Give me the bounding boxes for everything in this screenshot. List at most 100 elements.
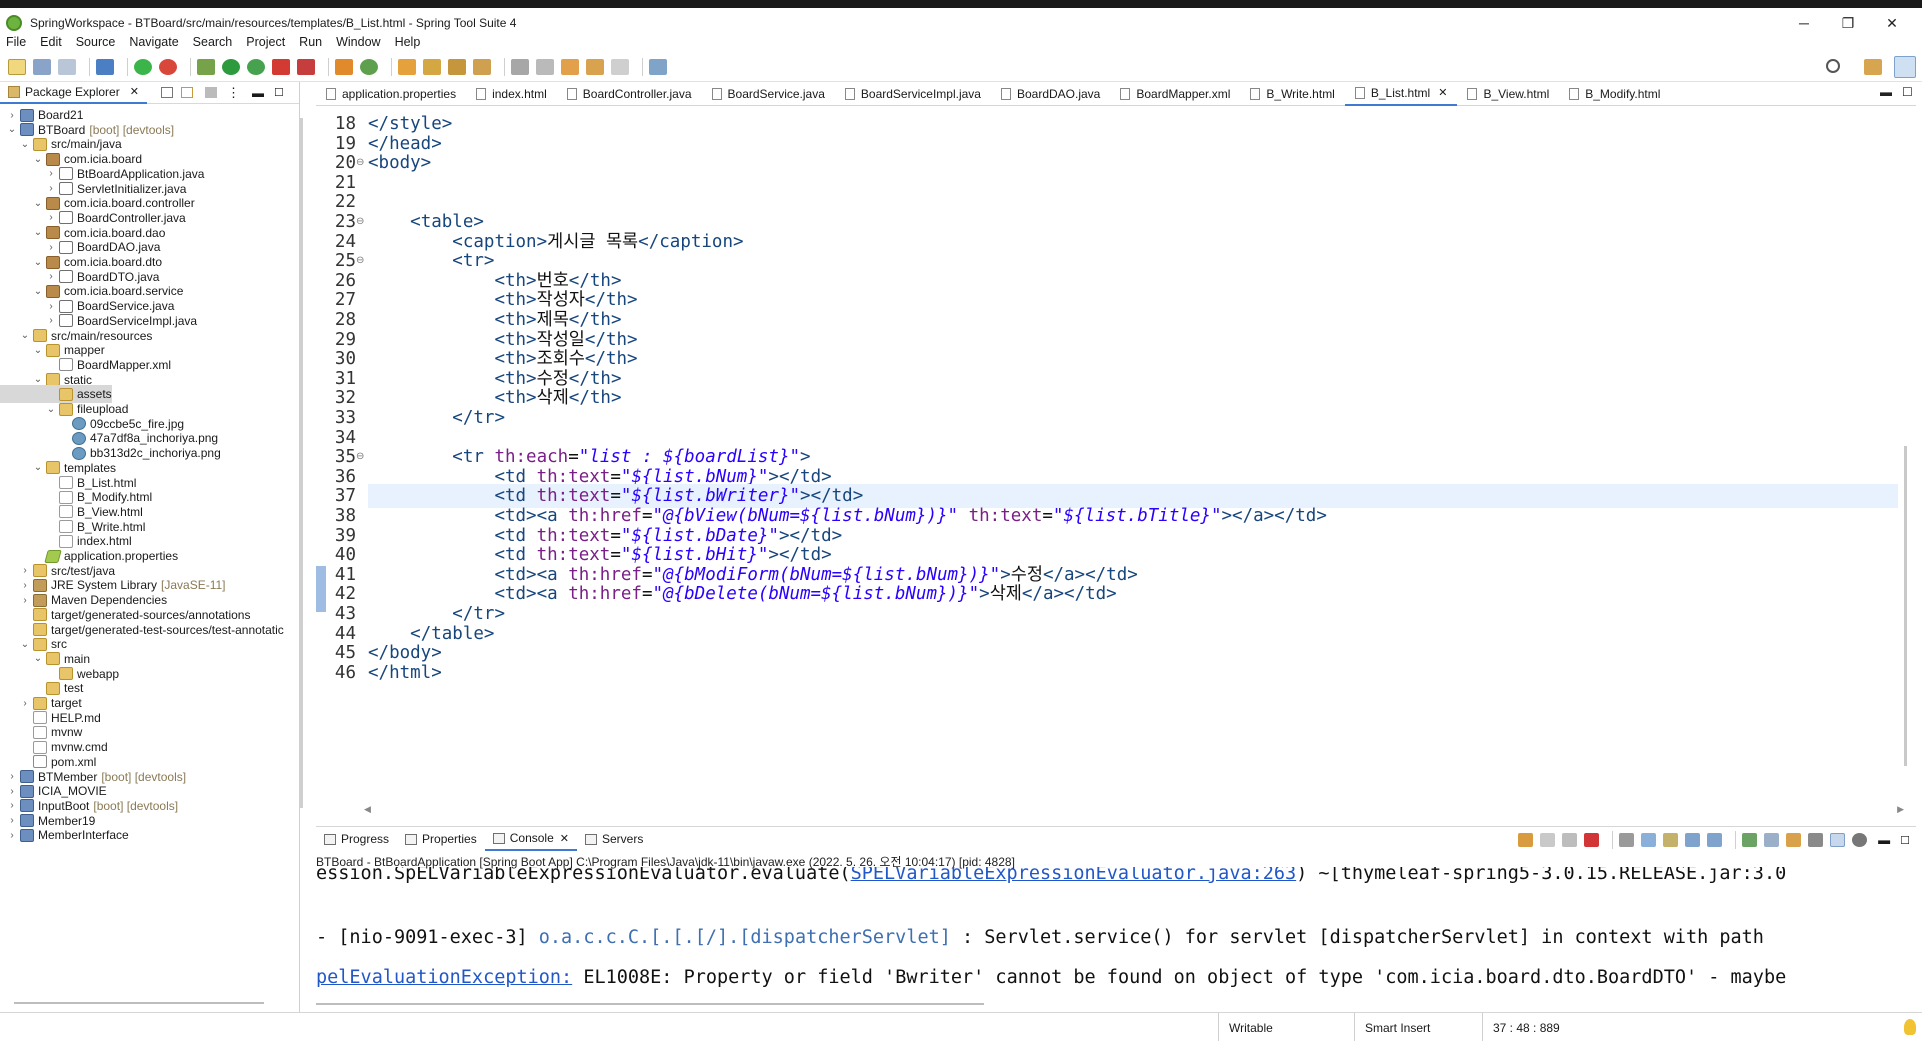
expand-icon[interactable]: ⌄ — [19, 139, 31, 150]
view-menu-icon[interactable]: ⋮ — [227, 85, 240, 101]
expand-icon[interactable]: ⌄ — [32, 286, 44, 297]
fold-toggle-icon[interactable]: ⊖ — [356, 151, 364, 175]
close-tab-icon[interactable]: ✕ — [130, 85, 139, 98]
open-type-icon[interactable] — [398, 58, 416, 75]
pin-editor-icon[interactable] — [649, 58, 667, 75]
collapse-icon[interactable]: › — [19, 595, 31, 606]
expand-icon[interactable]: ⌄ — [32, 374, 44, 385]
fold-toggle-icon[interactable]: ⊖ — [356, 445, 364, 469]
remove-all-icon[interactable] — [1562, 833, 1578, 847]
editor-tab[interactable]: application.properties — [316, 82, 466, 106]
tab-progress[interactable]: Progress — [316, 827, 397, 851]
minimize-view-icon[interactable]: ▬ — [252, 86, 264, 100]
collapse-icon[interactable]: › — [6, 110, 18, 121]
collapse-icon[interactable]: › — [45, 242, 57, 253]
menu-item-search[interactable]: Search — [193, 35, 233, 49]
expand-icon[interactable]: ⌄ — [32, 257, 44, 268]
console-maximize-icon[interactable]: ☐ — [1900, 834, 1910, 847]
show-stdout-icon[interactable] — [1685, 833, 1701, 847]
editor-minimize-icon[interactable]: ▬ — [1880, 85, 1892, 99]
save-icon[interactable] — [33, 58, 51, 75]
next-annotation-icon[interactable] — [511, 58, 529, 75]
stack-trace-link[interactable]: SPELVariableExpressionEvaluator.java:263 — [851, 867, 1297, 884]
open-console-icon[interactable] — [1786, 833, 1802, 847]
editor-tab[interactable]: B_View.html — [1457, 82, 1559, 106]
code-line[interactable]: </html> — [368, 661, 1898, 685]
show-stderr-icon[interactable] — [1707, 833, 1723, 847]
word-wrap-icon[interactable] — [1663, 833, 1679, 847]
lightbulb-icon[interactable] — [1904, 1019, 1916, 1035]
terminate-console-icon[interactable] — [1584, 833, 1600, 847]
pin-icon[interactable] — [1742, 833, 1758, 847]
menu-item-help[interactable]: Help — [395, 35, 421, 49]
annotation-icon[interactable] — [473, 58, 491, 75]
collapse-icon[interactable]: › — [6, 830, 18, 841]
console-settings-icon[interactable] — [1808, 833, 1824, 847]
expand-icon[interactable]: ⌄ — [45, 404, 57, 415]
menu-item-navigate[interactable]: Navigate — [129, 35, 178, 49]
collapse-icon[interactable]: › — [6, 771, 18, 782]
terminal-icon[interactable] — [96, 58, 114, 75]
scroll-thumb[interactable] — [1904, 446, 1907, 766]
tab-properties[interactable]: Properties — [397, 827, 485, 851]
tree-vertical-scrollbar[interactable] — [300, 118, 303, 808]
collapse-all-icon[interactable] — [160, 87, 173, 98]
collapse-icon[interactable]: › — [45, 301, 57, 312]
menu-item-project[interactable]: Project — [246, 35, 285, 49]
editor-vertical-scrollbar[interactable] — [1900, 106, 1912, 806]
expand-icon[interactable]: ⌄ — [6, 124, 18, 135]
new-icon[interactable] — [8, 58, 26, 75]
scroll-lock-icon[interactable] — [1641, 833, 1657, 847]
editor-tab[interactable]: index.html — [466, 82, 557, 106]
close-tab-icon[interactable]: ✕ — [1438, 86, 1447, 99]
back-icon[interactable] — [586, 58, 604, 75]
tab-package-explorer[interactable]: Package Explorer ✕ — [0, 81, 147, 104]
run-icon[interactable] — [222, 58, 240, 75]
filter-icon[interactable] — [204, 87, 217, 98]
maximize-view-icon[interactable]: ☐ — [274, 86, 284, 99]
menu-item-window[interactable]: Window — [336, 35, 380, 49]
console-horizontal-scrollbar[interactable] — [316, 1003, 984, 1005]
collapse-icon[interactable]: › — [45, 212, 57, 223]
open-perspective-icon[interactable] — [1864, 59, 1882, 75]
close-tab-icon[interactable]: ✕ — [560, 832, 569, 845]
tab-console[interactable]: Console ✕ — [484, 827, 577, 851]
menu-item-run[interactable]: Run — [299, 35, 322, 49]
preferences-icon[interactable] — [1852, 833, 1868, 847]
fold-toggle-icon[interactable]: ⊖ — [356, 249, 364, 273]
run-external-icon[interactable] — [247, 58, 265, 75]
exception-link[interactable]: pelEvaluationException: — [316, 967, 572, 988]
expand-icon[interactable]: ⌄ — [32, 198, 44, 209]
search-toolbar-icon[interactable] — [448, 58, 466, 75]
console-minimize-icon[interactable]: ▬ — [1878, 833, 1890, 847]
collapse-icon[interactable]: › — [19, 698, 31, 709]
forward-icon[interactable] — [611, 58, 629, 75]
relaunch-icon[interactable] — [297, 58, 315, 75]
open-task-icon[interactable] — [423, 58, 441, 75]
editor-horizontal-scrollbar[interactable]: ◀ ▶ — [364, 804, 1904, 814]
menu-item-source[interactable]: Source — [76, 35, 116, 49]
collapse-icon[interactable]: › — [19, 580, 31, 591]
last-edit-icon[interactable] — [561, 58, 579, 75]
menu-item-file[interactable]: File — [6, 35, 26, 49]
scroll-left-arrow[interactable]: ◀ — [364, 804, 371, 814]
editor-tab[interactable]: BoardController.java — [557, 82, 702, 106]
expand-icon[interactable]: ⌄ — [32, 227, 44, 238]
collapse-icon[interactable]: › — [6, 800, 18, 811]
tree-item[interactable]: › MemberInterface — [0, 826, 128, 844]
debug-icon[interactable] — [197, 58, 215, 75]
code-text-area[interactable]: </style> </head> <body> <table> <caption>게… — [364, 106, 1904, 806]
prev-annotation-icon[interactable] — [536, 58, 554, 75]
stop-icon[interactable] — [159, 58, 177, 75]
pin-console-icon[interactable] — [1518, 833, 1534, 847]
editor-tab[interactable]: B_Modify.html — [1559, 82, 1670, 106]
expand-icon[interactable]: ⌄ — [32, 154, 44, 165]
boot-dashboard-icon[interactable] — [134, 58, 152, 75]
search-icon[interactable] — [1826, 59, 1840, 73]
expand-icon[interactable]: ⌄ — [32, 653, 44, 664]
clear-console-icon[interactable] — [1619, 833, 1635, 847]
fold-toggle-icon[interactable]: ⊖ — [356, 210, 364, 234]
ansi-icon[interactable] — [1830, 833, 1846, 847]
editor-tab[interactable]: B_Write.html — [1240, 82, 1344, 106]
editor-tab[interactable]: BoardServiceImpl.java — [835, 82, 991, 106]
